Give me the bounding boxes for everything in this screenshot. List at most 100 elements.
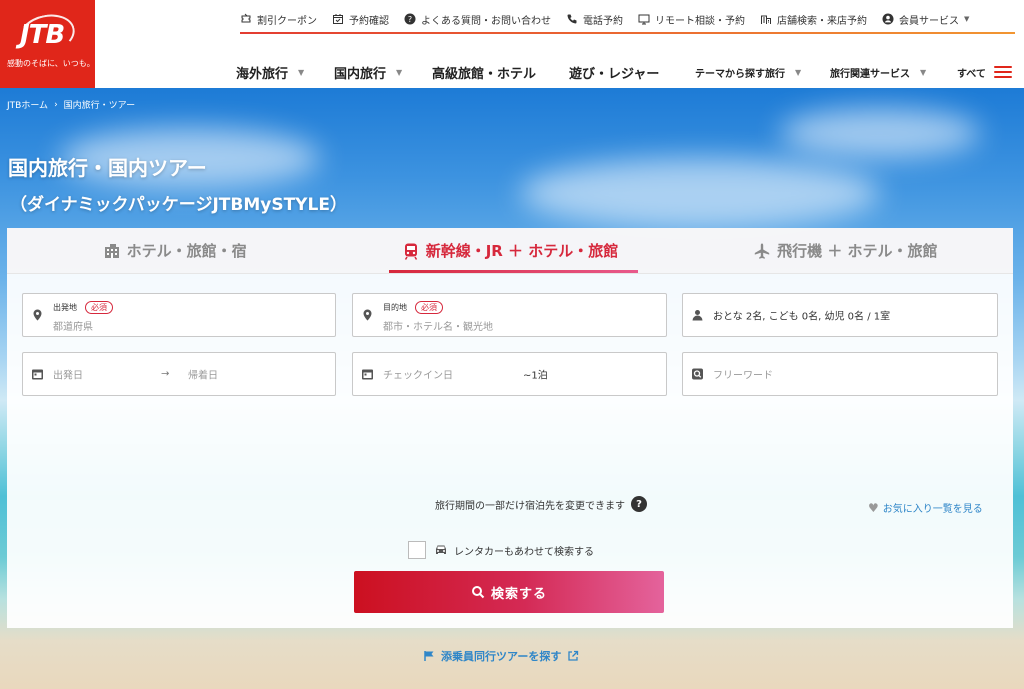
util-divider: [240, 32, 1015, 34]
departure-field[interactable]: 出発地 必須 都道府県: [22, 293, 336, 337]
coupon-icon: [240, 13, 252, 25]
chevron-right-icon: ›: [54, 99, 58, 110]
chevron-down-icon: ▼: [795, 67, 802, 77]
arrow-right-icon: →: [161, 368, 170, 380]
util-faq-label: よくある質問・お問い合わせ: [421, 15, 551, 27]
tab-air-hotel-label: 飛行機 ＋ ホテル・旅館: [777, 242, 938, 260]
util-coupon[interactable]: 割引クーポン: [240, 12, 317, 27]
airplane-icon: [753, 242, 771, 260]
site-header: JTB 感動のそばに、いつも。 割引クーポン 予約確認 ? よくある質問・お問い…: [0, 0, 1024, 88]
user-circle-icon: [882, 13, 894, 25]
util-phone-label: 電話予約: [583, 15, 623, 27]
help-icon[interactable]: ?: [631, 496, 647, 512]
rental-car-label: レンタカーもあわせて検索する: [454, 546, 594, 558]
cloud-decoration: [520, 158, 880, 228]
destination-field[interactable]: 目的地 必須 都市・ホテル名・観光地: [352, 293, 667, 337]
util-coupon-label: 割引クーポン: [257, 15, 317, 27]
chevron-down-icon: ▼: [920, 67, 927, 77]
search-tabs: ホテル・旅館・宿 新幹線・JR ＋ ホテル・旅館 飛行機 ＋ ホテル・旅館: [7, 228, 1013, 274]
nav-related[interactable]: 旅行関連サービス ▼: [830, 65, 957, 80]
partial-stay-note-text: 旅行期間の一部だけ宿泊先を変更できます: [435, 500, 625, 512]
search-icon: [471, 585, 485, 599]
checkin-placeholder: チェックイン日: [383, 370, 453, 382]
nav-leisure-label: 遊び・レジャー: [569, 66, 660, 82]
nav-leisure[interactable]: 遊び・レジャー: [569, 63, 695, 82]
map-pin-icon: [361, 309, 374, 322]
escort-tour-label: 添乗員同行ツアーを探す: [441, 650, 562, 663]
util-member-label: 会員サービス: [899, 15, 959, 27]
departure-placeholder: 都道府県: [53, 322, 93, 333]
util-reservation-label: 予約確認: [349, 15, 389, 27]
calendar-icon: [361, 368, 374, 381]
hero-section: JTBホーム › 国内旅行・ツアー 国内旅行・国内ツアー （ダイナミックパッケー…: [0, 88, 1024, 689]
car-icon: [434, 544, 448, 556]
util-store[interactable]: 店舗検索・来店予約: [760, 12, 867, 27]
guests-value: おとな 2名, こども 0名, 幼児 0名 / 1室: [713, 311, 891, 323]
nav-overseas[interactable]: 海外旅行 ▼: [236, 63, 334, 82]
nav-all[interactable]: すべて: [957, 65, 1012, 80]
help-icon: ?: [404, 13, 416, 25]
breadcrumb-current: 国内旅行・ツアー: [63, 101, 136, 111]
svg-text:?: ?: [408, 15, 412, 24]
required-badge: 必須: [415, 301, 443, 314]
page-subtitle: （ダイナミックパッケージJTBMySTYLE）: [10, 195, 347, 215]
favorites-link[interactable]: ♥ お気に入り一覧を見る: [868, 500, 983, 516]
cloud-decoration: [780, 108, 980, 158]
nav-all-label: すべて: [957, 68, 986, 80]
util-faq[interactable]: ? よくある質問・お問い合わせ: [404, 12, 551, 27]
logo-text: JTB: [20, 20, 65, 50]
freeword-field[interactable]: フリーワード: [682, 352, 998, 396]
departure-label: 出発地 必須: [53, 301, 113, 314]
jtb-logo[interactable]: JTB 感動のそばに、いつも。: [0, 0, 95, 88]
flag-icon: [423, 650, 435, 662]
nav-related-label: 旅行関連サービス: [830, 68, 910, 80]
nav-luxury-label: 高級旅館・ホテル: [432, 66, 537, 82]
required-badge: 必須: [85, 301, 113, 314]
freeword-placeholder: フリーワード: [713, 370, 773, 382]
util-reservation[interactable]: 予約確認: [332, 12, 389, 27]
depart-date-placeholder: 出発日: [53, 370, 83, 382]
logo-tagline: 感動のそばに、いつも。: [7, 59, 95, 68]
store-icon: [760, 13, 772, 25]
util-store-label: 店舗検索・来店予約: [777, 15, 867, 27]
chevron-down-icon: ▼: [298, 67, 305, 77]
monitor-icon: [638, 13, 650, 25]
nav-luxury[interactable]: 高級旅館・ホテル: [432, 63, 569, 82]
tab-air-hotel[interactable]: 飛行機 ＋ ホテル・旅館: [678, 228, 1013, 273]
util-remote-label: リモート相談・予約: [655, 15, 745, 27]
page-title: 国内旅行・国内ツアー: [8, 156, 207, 180]
nav-domestic[interactable]: 国内旅行 ▼: [334, 63, 432, 82]
nav-theme[interactable]: テーマから探す旅行 ▼: [695, 65, 830, 80]
checkin-field[interactable]: チェックイン日 ~1泊: [352, 352, 667, 396]
util-member[interactable]: 会員サービス ▼: [882, 12, 969, 27]
tab-hotel-label: ホテル・旅館・宿: [126, 242, 247, 260]
util-phone[interactable]: 電話予約: [566, 12, 623, 27]
destination-label: 目的地 必須: [383, 301, 443, 314]
person-icon: [691, 309, 704, 322]
tab-train-hotel-label: 新幹線・JR ＋ ホテル・旅館: [425, 242, 619, 260]
external-link-icon: [567, 650, 579, 662]
return-date-placeholder: 帰着日: [188, 370, 218, 382]
nav-theme-label: テーマから探す旅行: [695, 68, 785, 80]
rental-car-checkbox[interactable]: [408, 541, 426, 559]
search-doc-icon: [691, 368, 704, 381]
guests-field[interactable]: おとな 2名, こども 0名, 幼児 0名 / 1室: [682, 293, 998, 337]
tab-train-hotel[interactable]: 新幹線・JR ＋ ホテル・旅館: [342, 228, 677, 273]
breadcrumb: JTBホーム › 国内旅行・ツアー: [7, 98, 136, 112]
date-range-field[interactable]: 出発日 → 帰着日: [22, 352, 336, 396]
nav-overseas-label: 海外旅行: [236, 66, 289, 82]
destination-placeholder: 都市・ホテル名・観光地: [383, 322, 493, 333]
nights-value: ~1泊: [523, 370, 548, 382]
util-remote[interactable]: リモート相談・予約: [638, 12, 745, 27]
calendar-icon: [31, 368, 44, 381]
search-button[interactable]: 検索する: [354, 571, 664, 613]
tab-hotel[interactable]: ホテル・旅館・宿: [7, 228, 342, 273]
escort-tour-link[interactable]: 添乗員同行ツアーを探す: [423, 648, 579, 664]
heart-icon: ♥: [868, 500, 879, 515]
menu-icon: [993, 65, 1012, 79]
rental-car-option[interactable]: レンタカーもあわせて検索する: [408, 541, 594, 559]
search-button-label: 検索する: [490, 585, 547, 601]
search-panel: ホテル・旅館・宿 新幹線・JR ＋ ホテル・旅館 飛行機 ＋ ホテル・旅館 出発…: [7, 228, 1013, 663]
partial-stay-note: 旅行期間の一部だけ宿泊先を変更できます ?: [435, 496, 647, 512]
breadcrumb-home[interactable]: JTBホーム: [7, 98, 48, 111]
